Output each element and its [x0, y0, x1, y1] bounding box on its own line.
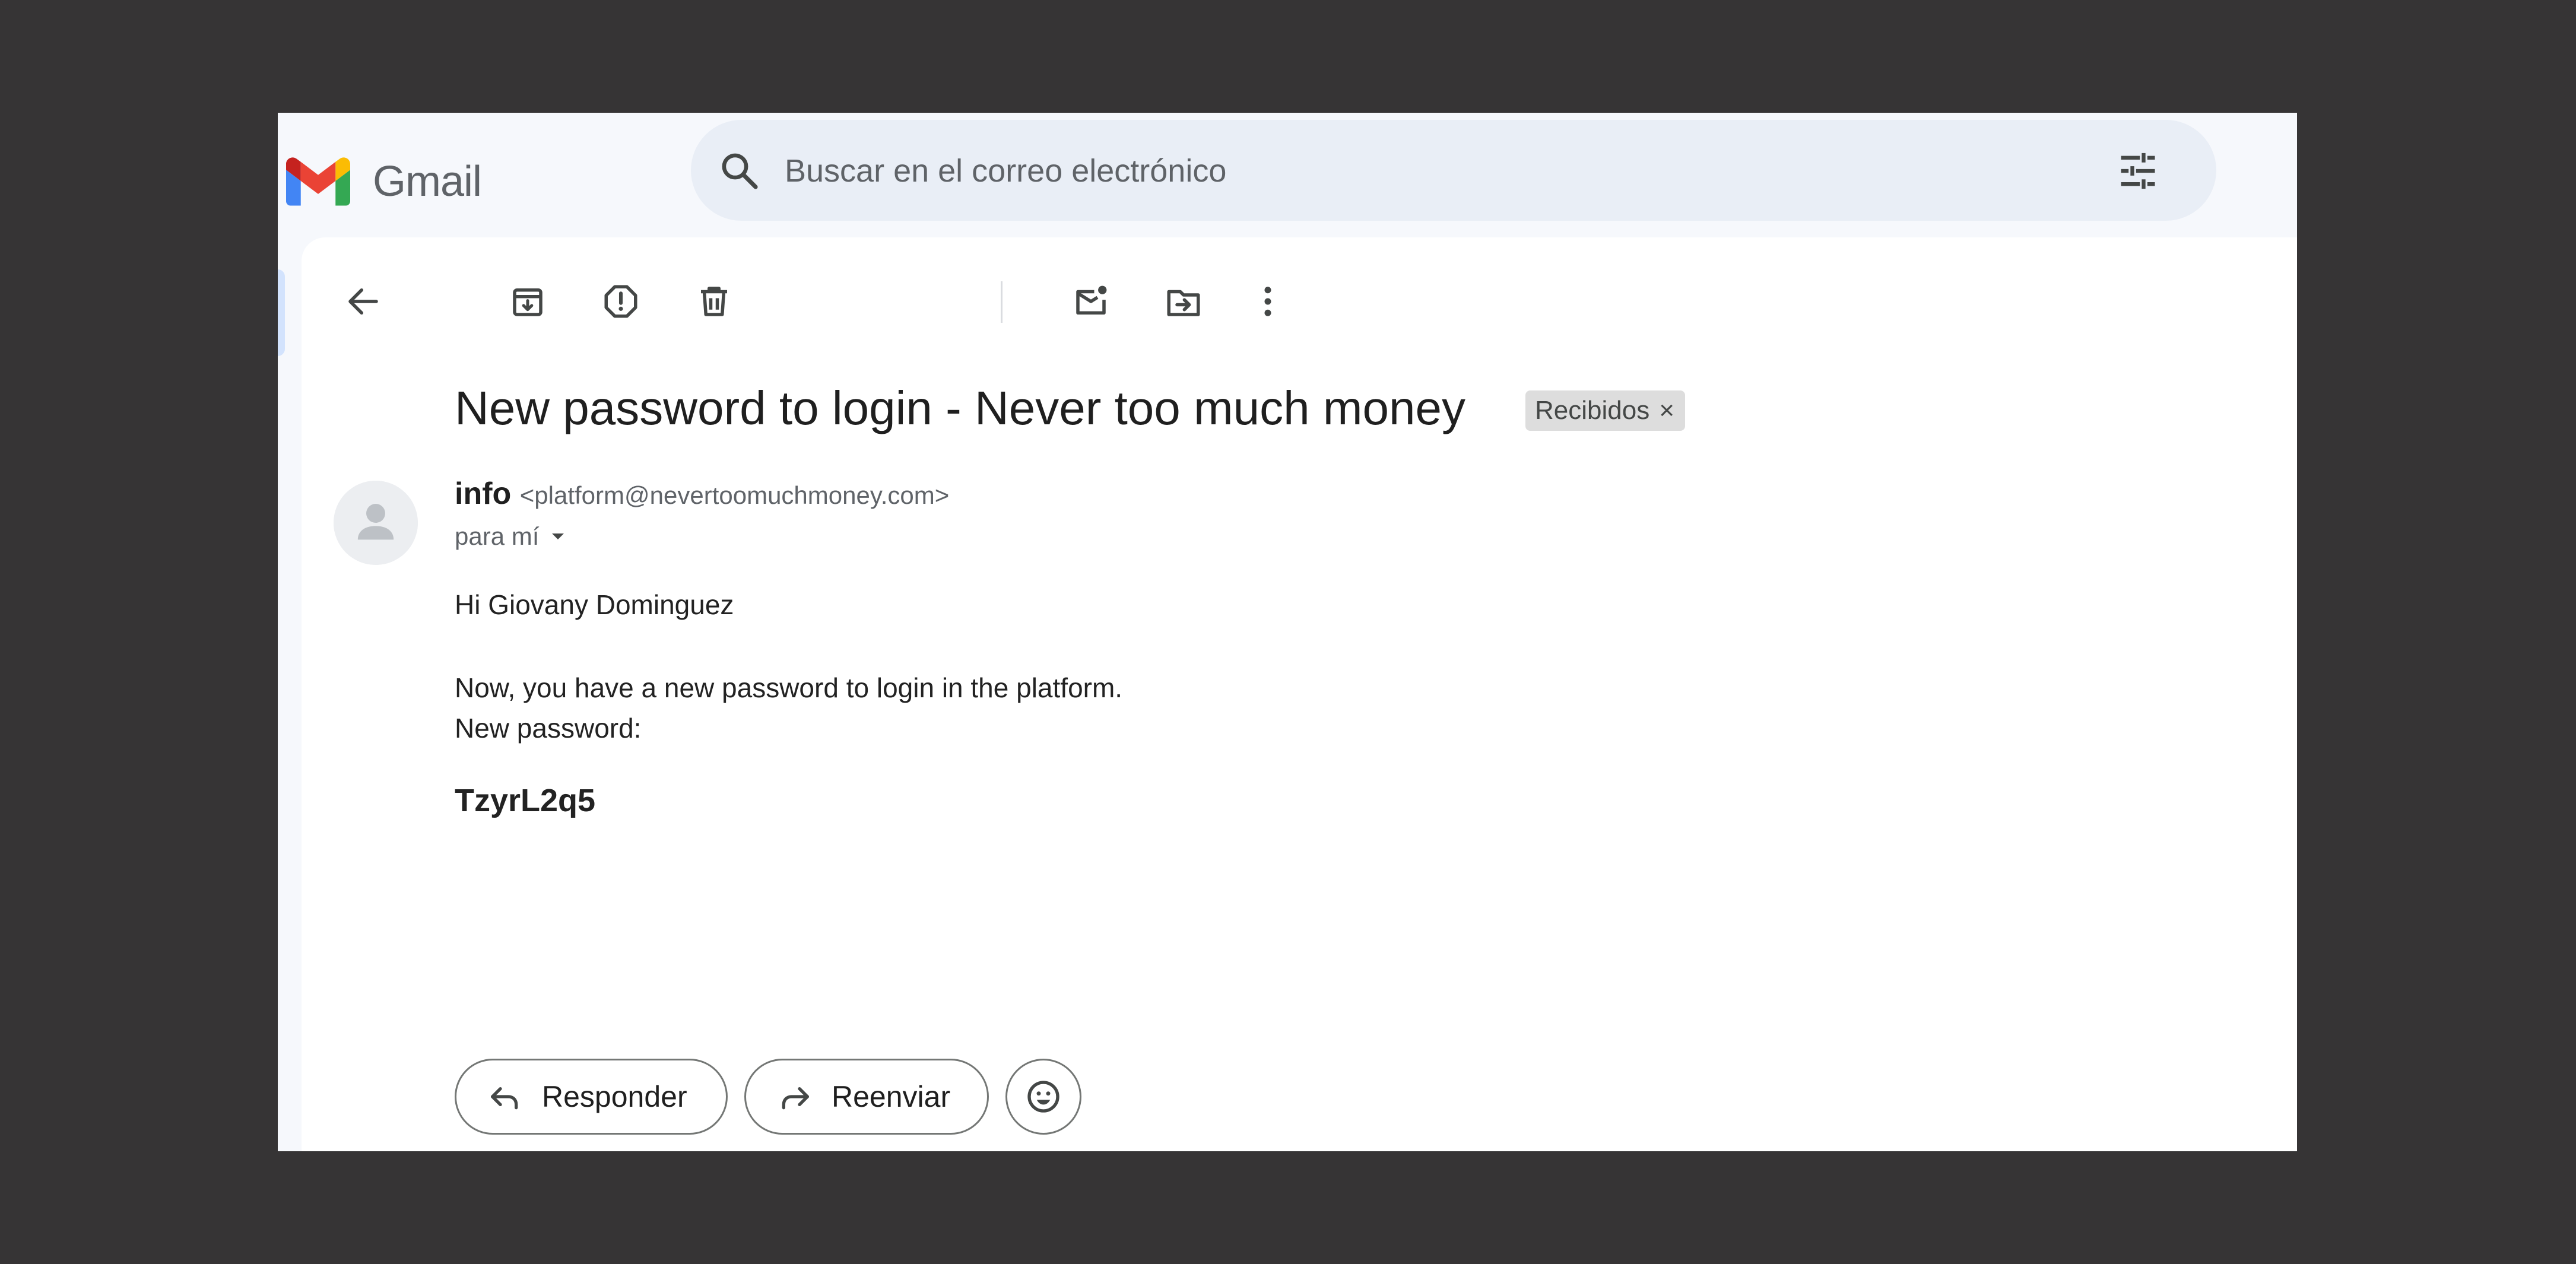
email-body-password: TzyrL2q5 [455, 783, 596, 818]
email-body-line: New password: [455, 713, 642, 744]
sender-line: info <platform@nevertoomuchmoney.com> [455, 476, 949, 512]
forward-button[interactable]: Reenviar [744, 1059, 989, 1135]
report-spam-button[interactable] [591, 272, 651, 331]
chevron-down-icon[interactable] [546, 525, 570, 548]
email-body-greeting: Hi Giovany Dominguez [455, 589, 734, 620]
sidebar-active-item-edge[interactable] [278, 269, 285, 356]
toolbar-divider [1001, 281, 1003, 323]
reply-button[interactable]: Responder [455, 1059, 728, 1135]
archive-button[interactable] [498, 272, 557, 331]
person-icon [334, 481, 418, 565]
gmail-wordmark: Gmail [373, 158, 482, 205]
sender-email: <platform@nevertoomuchmoney.com> [519, 481, 950, 509]
message-panel: New password to login - Never too much m… [302, 237, 2297, 1151]
delete-button[interactable] [684, 272, 744, 331]
forward-label: Reenviar [832, 1080, 951, 1113]
screen-backdrop: Gmail Buscar en el correo electrónico Ne… [0, 0, 2576, 1264]
move-to-button[interactable] [1154, 272, 1213, 331]
reply-icon [491, 1087, 518, 1110]
report-spam-icon [604, 285, 637, 318]
gmail-logo[interactable]: Gmail [286, 146, 482, 217]
more-options-button[interactable] [1238, 272, 1297, 331]
label-chip-inbox[interactable]: Recibidos × [1525, 390, 1685, 431]
emoji-icon [1027, 1081, 1059, 1113]
recipient-details-toggle[interactable]: para mí [455, 522, 570, 551]
back-arrow-icon [348, 288, 378, 315]
gmail-m-icon [286, 157, 350, 206]
search-bar[interactable] [691, 120, 2216, 221]
email-subject: New password to login - Never too much m… [455, 382, 1465, 434]
email-body-line: Now, you have a new password to login in… [455, 672, 1123, 703]
gmail-window: Gmail Buscar en el correo electrónico Ne… [278, 113, 2297, 1151]
more-options-icon [1264, 287, 1271, 316]
search-options-icon[interactable] [2115, 148, 2161, 193]
reply-label: Responder [542, 1080, 687, 1113]
move-to-icon [1167, 290, 1200, 316]
label-chip-text: Recibidos [1535, 396, 1650, 425]
delete-icon [701, 287, 727, 316]
search-icon[interactable] [718, 150, 761, 192]
emoji-reaction-button[interactable] [1005, 1059, 1081, 1135]
remove-label-icon[interactable]: × [1659, 396, 1674, 425]
archive-icon [513, 288, 543, 316]
mark-unread-icon [1076, 285, 1107, 315]
recipient-text: para mí [455, 522, 540, 550]
mark-unread-button[interactable] [1061, 272, 1121, 331]
sender-avatar[interactable] [334, 481, 418, 565]
forward-icon [782, 1087, 809, 1110]
search-input[interactable] [783, 144, 2092, 198]
sender-name[interactable]: info [455, 477, 511, 511]
back-button[interactable] [334, 272, 393, 331]
